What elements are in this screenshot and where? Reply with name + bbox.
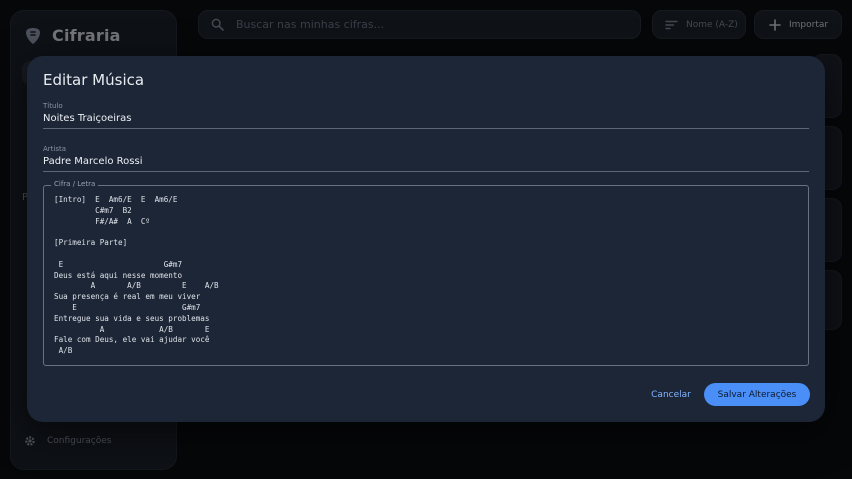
save-button[interactable]: Salvar Alterações [704, 383, 810, 406]
artist-label: Artista [43, 145, 67, 153]
dialog-title: Editar Música [43, 71, 145, 89]
title-label: Título [43, 102, 63, 110]
lyrics-label: Cifra / Letra [51, 180, 99, 188]
title-input[interactable] [43, 113, 809, 128]
lyrics-textarea[interactable]: [Intro] E Am6/E E Am6/E C#m7 B2 F#/A# A … [54, 195, 800, 361]
cancel-button[interactable]: Cancelar [641, 383, 701, 406]
artist-field: Artista [43, 145, 809, 172]
artist-input[interactable] [43, 156, 809, 171]
lyrics-field: Cifra / Letra [Intro] E Am6/E E Am6/E C#… [43, 180, 809, 366]
edit-song-dialog: Editar Música Título Artista Cifra / Let… [27, 56, 825, 422]
title-field: Título [43, 102, 809, 129]
